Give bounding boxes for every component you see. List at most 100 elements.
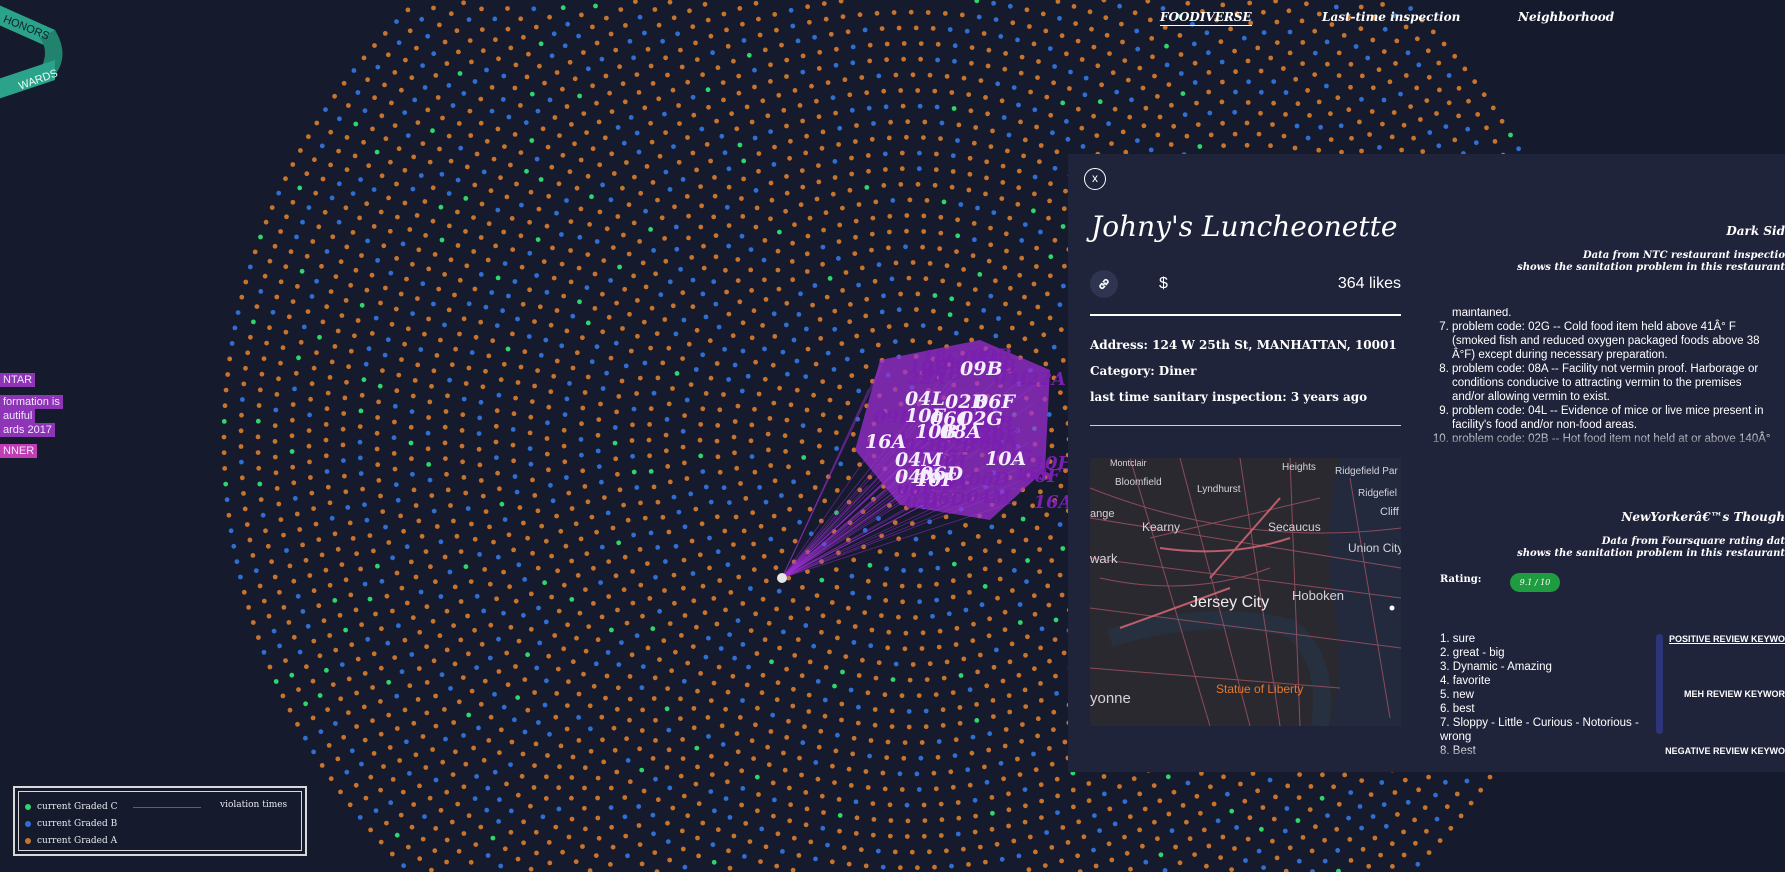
restaurant-dot [1019, 738, 1024, 744]
restaurant-dot [820, 379, 826, 384]
restaurant-dot [531, 6, 537, 12]
restaurant-dot [681, 793, 687, 799]
neighborhood-map[interactable]: Montclair Bloomfield Heights Ridgefield … [1090, 458, 1401, 726]
restaurant-dot [769, 659, 774, 665]
restaurant-dot [1270, 122, 1275, 127]
restaurant-dot [1267, 777, 1273, 783]
restaurant-dot [344, 244, 350, 250]
restaurant-dot [1379, 780, 1385, 785]
restaurant-dot [827, 276, 833, 281]
restaurant-dot [449, 362, 455, 368]
keyword-list[interactable]: 1. sure 2. great - big 3. Dynamic - Amazin… [1438, 632, 1660, 760]
restaurant-dot [638, 582, 644, 588]
meh-keywords-tab[interactable]: MEH REVIEW KEYWOR [1684, 689, 1785, 699]
close-button[interactable]: x [1084, 168, 1106, 190]
restaurant-dot [865, 690, 871, 696]
restaurant-dot [731, 434, 737, 440]
restaurant-dot [221, 450, 227, 456]
restaurant-dot [882, 151, 888, 157]
restaurant-dot [831, 367, 837, 372]
restaurant-dot [595, 432, 601, 438]
restaurant-dot [294, 234, 299, 240]
restaurant-dot [685, 660, 691, 666]
restaurant-dot [576, 265, 582, 271]
negative-keywords-tab[interactable]: NEGATIVE REVIEW KEYWO [1665, 746, 1785, 756]
restaurant-dot [573, 859, 579, 865]
restaurant-dot [600, 386, 606, 391]
restaurant-dot [448, 686, 453, 691]
restaurant-dot [1107, 806, 1113, 812]
restaurant-dot [1082, 92, 1088, 98]
restaurant-dot [492, 691, 497, 697]
restaurant-dot [1071, 4, 1077, 9]
restaurant-dot [558, 528, 564, 534]
restaurant-dot [955, 831, 961, 837]
restaurant-dot [346, 364, 351, 370]
restaurant-dot [537, 640, 543, 646]
restaurant-dot [567, 381, 572, 386]
restaurant-dot [518, 16, 524, 22]
map-label: Union City [1348, 541, 1401, 555]
restaurant-dot [711, 214, 717, 220]
restaurant-dot [385, 640, 391, 646]
restaurant-dot [657, 657, 662, 662]
restaurant-dot [595, 448, 601, 454]
restaurant-dot [753, 611, 758, 617]
restaurant-dot [396, 146, 402, 152]
restaurant-dot [1009, 325, 1015, 331]
restaurant-dot [397, 758, 402, 763]
nav-last-inspection[interactable]: Last-time inspection [1322, 10, 1460, 24]
restaurant-dot [480, 384, 486, 390]
restaurant-dot [471, 215, 476, 221]
restaurant-dot [341, 80, 347, 86]
restaurant-dot [867, 58, 873, 64]
restaurant-dot [532, 690, 537, 695]
restaurant-dot [847, 187, 853, 193]
restaurant-dot [695, 764, 700, 770]
restaurant-dot [1000, 163, 1006, 169]
restaurant-dot [1221, 143, 1226, 149]
restaurant-dot [717, 578, 723, 583]
restaurant-dot [250, 553, 256, 558]
problem-list-viewport[interactable]: problem code: 02B -- Hot food item not h… [1432, 308, 1772, 442]
restaurant-dot [715, 454, 721, 460]
restaurant-dot [705, 87, 711, 93]
restaurant-dot [442, 424, 448, 430]
restaurant-dot [689, 538, 695, 544]
link-button[interactable] [1090, 270, 1118, 298]
restaurant-dot [446, 83, 452, 88]
nav-neighborhood[interactable]: Neighborhood [1518, 10, 1614, 24]
restaurant-dot [934, 151, 939, 157]
restaurant-dot [536, 605, 541, 611]
restaurant-dot [840, 205, 845, 211]
restaurant-dot [1032, 666, 1037, 672]
restaurant-dot [305, 623, 311, 629]
restaurant-dot [537, 63, 542, 69]
restaurant-dot [792, 538, 798, 544]
restaurant-dot [886, 629, 892, 635]
restaurant-dot [344, 769, 350, 775]
restaurant-dot [630, 569, 635, 574]
restaurant-dot [257, 481, 263, 487]
restaurant-dot [438, 204, 444, 210]
restaurant-dot [509, 216, 515, 221]
restaurant-dot [1372, 835, 1378, 841]
restaurant-dot [732, 450, 737, 456]
restaurant-dot [355, 90, 361, 95]
restaurant-dot [552, 633, 558, 638]
keyword-scrollbar[interactable] [1656, 634, 1663, 734]
restaurant-dot [375, 563, 380, 569]
positive-keywords-tab[interactable]: POSITIVE REVIEW KEYWO [1669, 634, 1785, 644]
restaurant-dot [1300, 835, 1306, 840]
restaurant-dot [1007, 659, 1013, 665]
nav-foodiverse[interactable]: FOODIVERSE [1160, 10, 1252, 26]
restaurant-dot [933, 167, 939, 173]
restaurant-dot [438, 337, 443, 343]
restaurant-dot [825, 842, 830, 848]
restaurant-dot [868, 738, 874, 743]
restaurant-dot [789, 259, 795, 264]
restaurant-dot [577, 234, 583, 240]
restaurant-dot [837, 384, 842, 390]
restaurant-dot [955, 217, 960, 223]
restaurant-dot [921, 135, 926, 141]
